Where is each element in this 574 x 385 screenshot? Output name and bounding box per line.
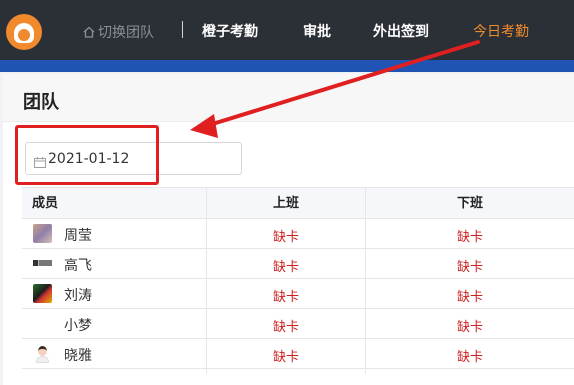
annotation-arrow [190,40,480,138]
